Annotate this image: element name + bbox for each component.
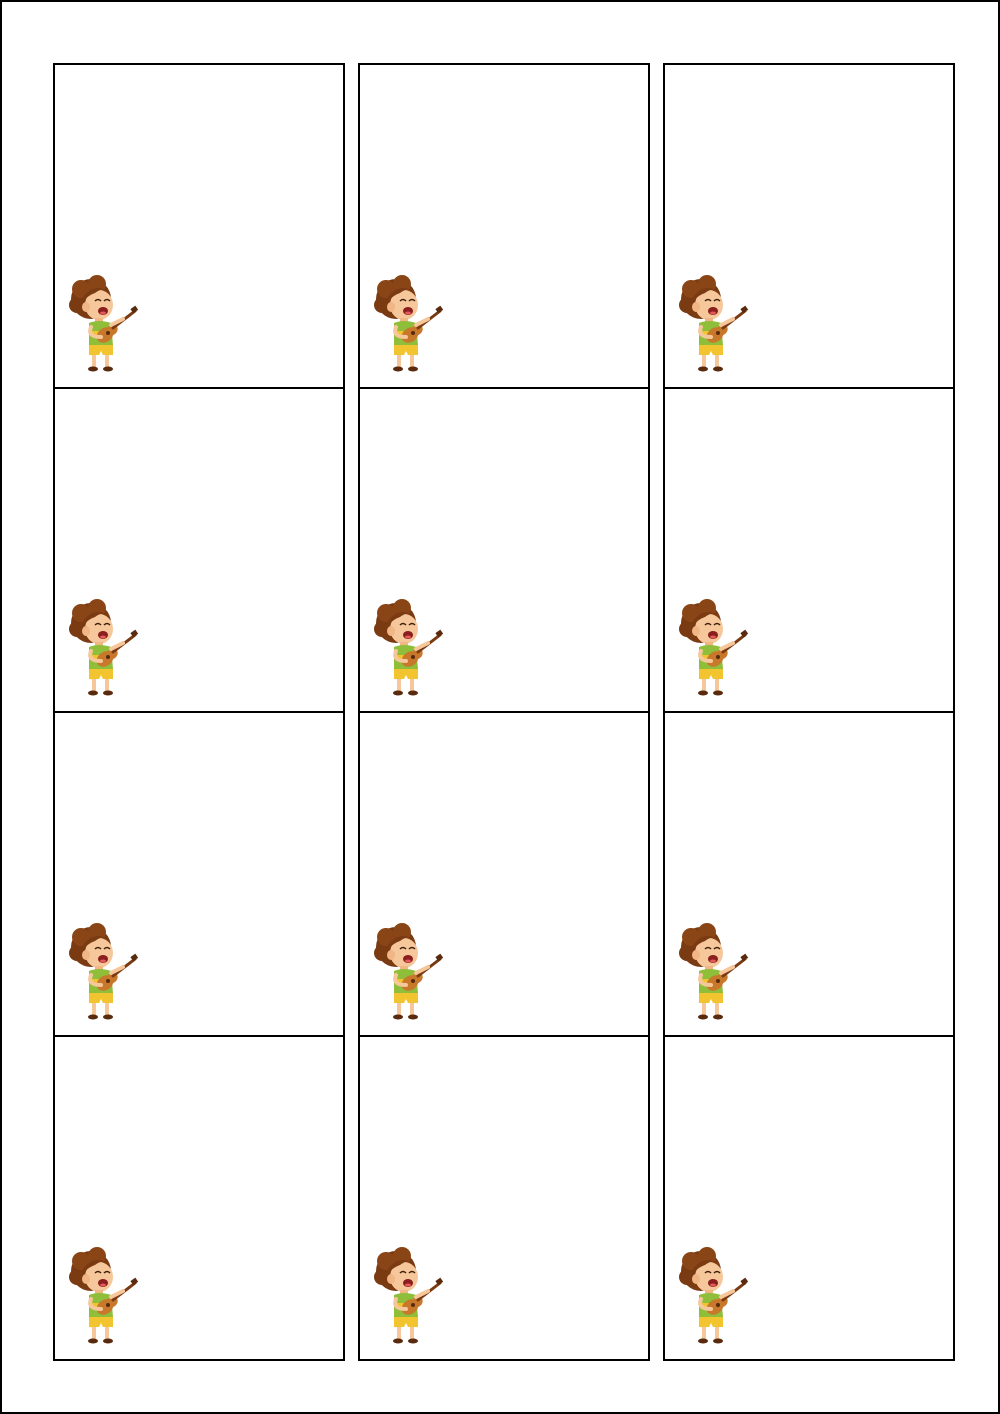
card [358, 1035, 650, 1361]
card-column-1 [53, 63, 345, 1361]
card [53, 711, 345, 1037]
boy-playing-ukulele-icon [67, 599, 143, 697]
card [663, 387, 955, 713]
boy-playing-ukulele-icon [677, 599, 753, 697]
card [53, 63, 345, 389]
card [663, 1035, 955, 1361]
boy-playing-ukulele-icon [372, 599, 448, 697]
boy-playing-ukulele-icon [677, 1247, 753, 1345]
boy-playing-ukulele-icon [372, 923, 448, 1021]
card-column-2 [358, 63, 650, 1361]
boy-playing-ukulele-icon [677, 923, 753, 1021]
card [663, 711, 955, 1037]
card [53, 1035, 345, 1361]
card-column-3 [663, 63, 955, 1361]
card-sheet [0, 0, 1000, 1414]
boy-playing-ukulele-icon [67, 275, 143, 373]
boy-playing-ukulele-icon [372, 275, 448, 373]
boy-playing-ukulele-icon [67, 1247, 143, 1345]
card [53, 387, 345, 713]
card [663, 63, 955, 389]
card [358, 711, 650, 1037]
boy-playing-ukulele-icon [677, 275, 753, 373]
boy-playing-ukulele-icon [67, 923, 143, 1021]
card [358, 63, 650, 389]
boy-playing-ukulele-icon [372, 1247, 448, 1345]
card [358, 387, 650, 713]
